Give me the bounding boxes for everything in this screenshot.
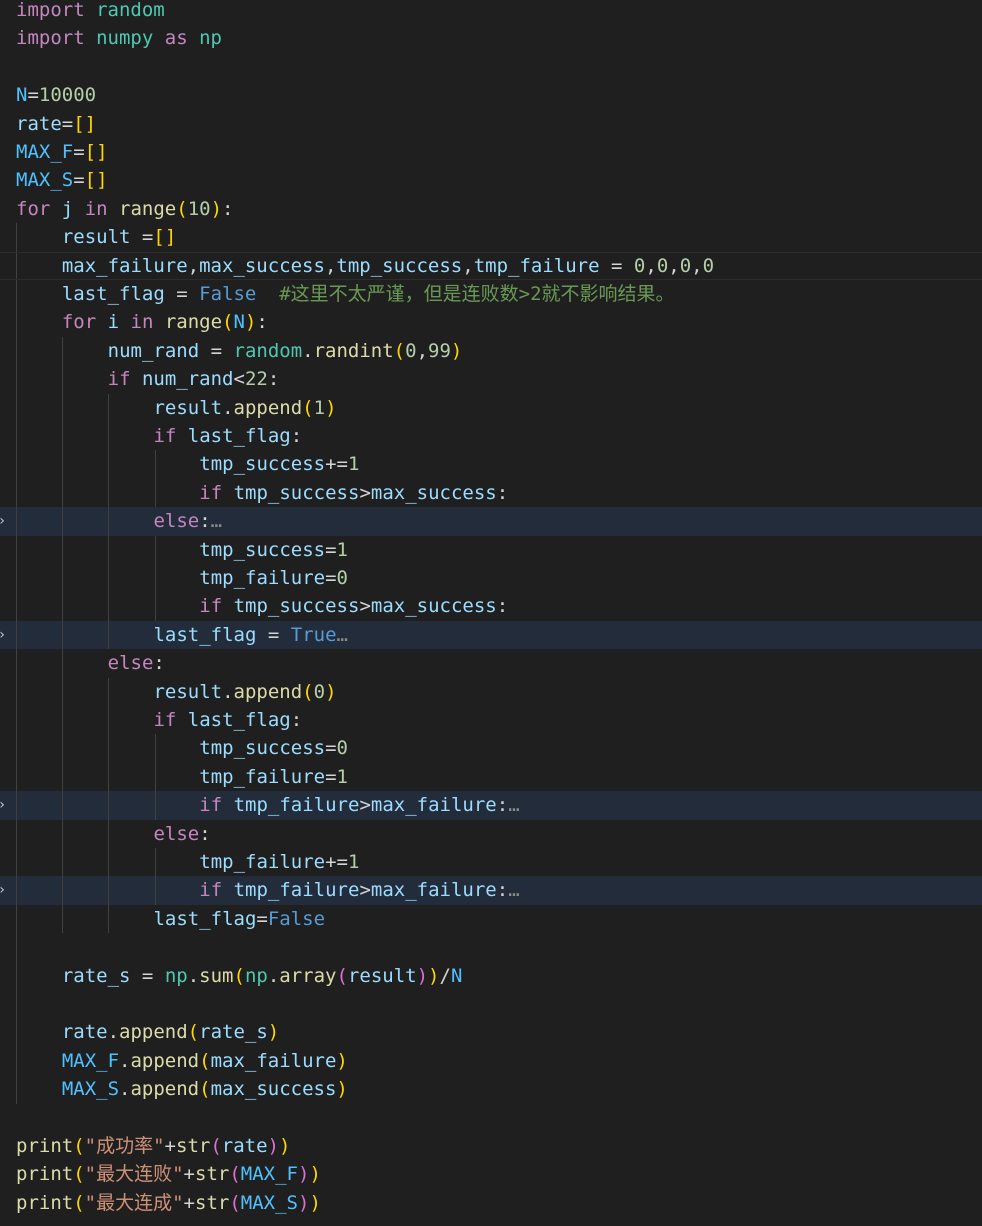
code-line[interactable]: print("最大连成"+str(MAX_S)) — [0, 1189, 982, 1217]
code-line[interactable]: print("最大连败"+str(MAX_F)) — [0, 1160, 982, 1188]
code-text: rate=[] — [16, 112, 97, 135]
code-text: MAX_F=[] — [16, 141, 108, 163]
code-line[interactable]: for j in range(10): — [0, 195, 982, 223]
code-text: result.append(1) — [153, 396, 337, 419]
code-text: for j in range(10): — [16, 197, 234, 220]
code-line[interactable]: else: — [0, 649, 982, 678]
code-text: result =[] — [61, 226, 177, 249]
code-editor[interactable]: import random import numpy as np N=10000 ra… — [0, 0, 982, 1226]
code-text: rate_s = np.sum(np.array(result))/N — [61, 964, 463, 987]
code-line[interactable]: tmp_success=1 — [0, 535, 982, 564]
code-text: else: — [107, 652, 165, 675]
code-text: for i in range(N): — [61, 311, 268, 334]
code-line[interactable]: tmp_success+=1 — [0, 450, 982, 479]
chevron-right-icon[interactable]: › — [0, 791, 7, 819]
code-line[interactable]: if num_rand<22: — [0, 365, 982, 394]
code-text: print("成功率"+str(rate)) — [16, 1135, 291, 1157]
code-line[interactable]: tmp_success=0 — [0, 734, 982, 763]
code-line[interactable]: N=10000 — [0, 81, 982, 109]
code-line[interactable]: › if tmp_failure>max_failure:… — [0, 876, 982, 905]
code-text: last_flag = False #这里不太严谨，但是连败数>2就不影响结果。 — [61, 283, 675, 305]
code-line[interactable]: rate.append(rate_s) — [0, 1018, 982, 1047]
code-line[interactable]: num_rand = random.randint(0,99) — [0, 336, 982, 366]
code-line[interactable]: last_flag = False #这里不太严谨，但是连败数>2就不影响结果。 — [0, 280, 982, 309]
code-line[interactable] — [0, 933, 982, 962]
code-text: tmp_failure=1 — [199, 765, 348, 788]
code-text: tmp_failure=0 — [199, 567, 348, 589]
code-line[interactable]: MAX_S.append(max_success) — [0, 1075, 982, 1104]
code-line[interactable]: result =[] — [0, 223, 982, 252]
code-text: result.append(0) — [153, 680, 337, 703]
code-text: if tmp_failure>max_failure:… — [199, 794, 520, 817]
code-text: last_flag=False — [153, 907, 326, 930]
code-text: tmp_success=0 — [199, 737, 348, 760]
code-text: if num_rand<22: — [107, 368, 280, 391]
folded-ellipsis-icon[interactable]: … — [508, 879, 519, 901]
folded-ellipsis-icon[interactable]: … — [211, 510, 222, 532]
code-line[interactable]: rate=[] — [0, 110, 982, 138]
code-text: print("最大连成"+str(MAX_S)) — [16, 1191, 321, 1214]
code-line[interactable]: tmp_failure=1 — [0, 762, 982, 792]
code-line[interactable]: if tmp_success>max_success: — [0, 478, 982, 508]
code-line[interactable] — [0, 990, 982, 1019]
code-line[interactable]: print("成功率"+str(rate)) — [0, 1132, 982, 1160]
code-line[interactable]: MAX_F.append(max_failure) — [0, 1046, 982, 1076]
chevron-right-icon[interactable]: › — [0, 507, 7, 535]
code-text: MAX_S.append(max_success) — [61, 1078, 348, 1101]
code-text: import random — [16, 0, 165, 21]
code-text: if last_flag: — [153, 425, 303, 447]
code-line[interactable]: max_failure,max_success,tmp_success,tmp_… — [0, 251, 982, 280]
code-line[interactable]: tmp_failure+=1 — [0, 848, 982, 877]
code-text: if last_flag: — [153, 709, 303, 731]
code-line[interactable]: › else:… — [0, 507, 982, 536]
code-text: tmp_success=1 — [199, 538, 348, 561]
code-line[interactable]: tmp_failure=0 — [0, 564, 982, 593]
code-line[interactable]: › last_flag = True… — [0, 620, 982, 650]
code-line[interactable]: import random — [0, 0, 982, 24]
code-text: if tmp_failure>max_failure:… — [199, 879, 520, 902]
code-text: tmp_success+=1 — [199, 453, 360, 476]
code-line[interactable]: rate_s = np.sum(np.array(result))/N — [0, 961, 982, 990]
code-text: if tmp_success>max_success: — [199, 595, 509, 618]
code-text: if tmp_success>max_success: — [199, 481, 509, 504]
code-line[interactable]: if last_flag: — [0, 422, 982, 451]
code-line[interactable]: result.append(0) — [0, 677, 982, 706]
code-text: max_failure,max_success,tmp_success,tmp_… — [61, 254, 715, 277]
folded-ellipsis-icon[interactable]: … — [508, 794, 519, 816]
code-text: else: — [153, 822, 211, 845]
code-text: rate.append(rate_s) — [61, 1021, 280, 1044]
code-line[interactable]: else: — [0, 819, 982, 848]
indent-guide — [16, 933, 17, 962]
code-line[interactable]: MAX_S=[] — [0, 166, 982, 194]
code-line[interactable]: import numpy as np — [0, 24, 982, 52]
code-text: num_rand = random.randint(0,99) — [107, 339, 463, 362]
code-line[interactable] — [0, 53, 982, 81]
code-line[interactable]: MAX_F=[] — [0, 138, 982, 166]
code-text: tmp_failure+=1 — [199, 851, 360, 873]
code-text: N=10000 — [16, 84, 97, 107]
code-line[interactable]: › if tmp_failure>max_failure:… — [0, 791, 982, 820]
code-line[interactable]: for i in range(N): — [0, 308, 982, 337]
code-line[interactable]: last_flag=False — [0, 904, 982, 934]
folded-ellipsis-icon[interactable]: … — [337, 624, 348, 646]
code-line[interactable]: result.append(1) — [0, 393, 982, 422]
code-text: last_flag = True… — [153, 623, 348, 646]
code-text: import numpy as np — [16, 27, 222, 50]
code-line[interactable]: if tmp_success>max_success: — [0, 592, 982, 621]
indent-guide — [16, 990, 17, 1019]
code-text: MAX_S=[] — [16, 169, 108, 192]
code-text: MAX_F.append(max_failure) — [61, 1049, 348, 1072]
code-line[interactable] — [0, 1104, 982, 1132]
code-line[interactable]: if last_flag: — [0, 706, 982, 735]
code-text: else:… — [153, 510, 223, 533]
code-text: print("最大连败"+str(MAX_F)) — [16, 1163, 321, 1186]
chevron-right-icon[interactable]: › — [0, 876, 7, 904]
chevron-right-icon[interactable]: › — [0, 621, 7, 649]
